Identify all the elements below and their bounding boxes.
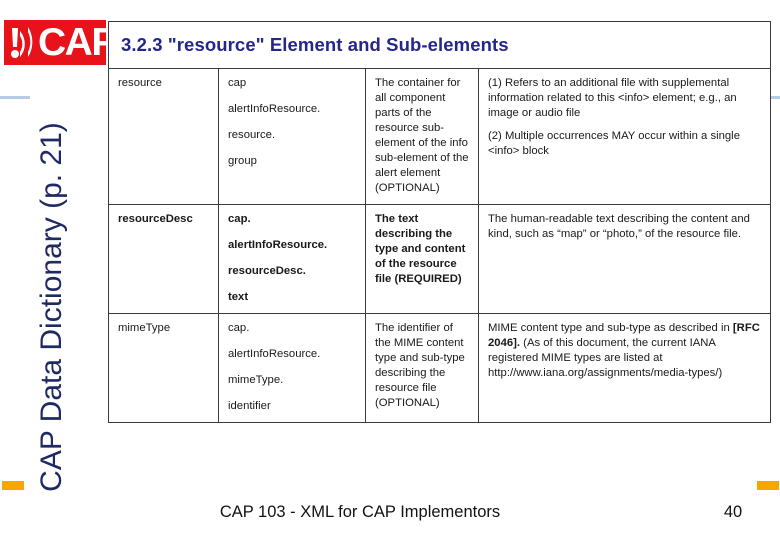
cap-logo-text: CAP [38, 21, 106, 64]
note-paragraph: (1) Refers to an additional file with su… [488, 76, 737, 119]
path-line: cap. [228, 212, 251, 225]
path-line: group [228, 154, 257, 167]
table-row: mimeType cap. alertInfoResource. mimeTyp… [108, 312, 772, 423]
note-text-after: (As of this document, the current IANA r… [488, 336, 723, 379]
note-paragraph: (2) Multiple occurrences MAY occur withi… [488, 129, 740, 157]
note-paragraph: The human-readable text describing the c… [488, 212, 750, 240]
path-line: cap [228, 76, 247, 89]
cell-description: The container for all component parts of… [365, 67, 479, 205]
footer-page-number: 40 [723, 503, 743, 521]
cap-logo: CAP [4, 20, 106, 65]
note-text-before: MIME content type and sub-type as descri… [488, 321, 733, 334]
cell-element-name: resource [108, 67, 219, 205]
path-line: text [228, 290, 249, 303]
section-heading: 3.2.3 "resource" Element and Sub-element… [121, 34, 509, 55]
cell-element-name: resourceDesc [108, 203, 219, 314]
table-header-row: 3.2.3 "resource" Element and Sub-element… [107, 21, 772, 69]
decorative-rule-left [0, 96, 30, 99]
side-title: CAP Data Dictionary (p. 21) [35, 122, 68, 492]
broadcast-alert-icon [11, 26, 33, 58]
table-row: resource cap alertInfoResource. resource… [108, 67, 772, 205]
path-line: alertInfoResource. [228, 102, 321, 115]
cell-element-name: mimeType [108, 312, 219, 423]
path-line: alertInfoResource. [228, 347, 321, 360]
cell-element-path: cap alertInfoResource. resource. group [218, 67, 366, 205]
path-line: alertInfoResource. [228, 238, 328, 251]
footer-title: CAP 103 - XML for CAP Implementors [219, 503, 501, 521]
cell-element-path: cap. alertInfoResource. resourceDesc. te… [218, 203, 366, 314]
resource-element-table: 3.2.3 "resource" Element and Sub-element… [107, 21, 772, 423]
element-name-text: resourceDesc [118, 212, 193, 225]
cell-element-path: cap. alertInfoResource. mimeType. identi… [218, 312, 366, 423]
cell-notes: MIME content type and sub-type as descri… [477, 312, 772, 423]
path-line: resourceDesc. [228, 264, 306, 277]
path-line: cap. [228, 321, 250, 334]
cell-notes: The human-readable text describing the c… [477, 203, 772, 314]
cell-description: The text describing the type and content… [365, 203, 479, 314]
decorative-marker-left [2, 481, 24, 490]
path-line: resource. [228, 128, 276, 141]
table-header-cell: 3.2.3 "resource" Element and Sub-element… [107, 21, 772, 69]
path-line: mimeType. [228, 373, 284, 386]
cell-notes: (1) Refers to an additional file with su… [477, 67, 772, 205]
note-paragraph: MIME content type and sub-type as descri… [488, 321, 762, 381]
cell-description: The identifier of the MIME content type … [365, 312, 479, 423]
element-name-text: mimeType [118, 321, 171, 334]
element-name-text: resource [118, 76, 162, 89]
table-row: resourceDesc cap. alertInfoResource. res… [108, 203, 772, 314]
path-line: identifier [228, 399, 271, 412]
decorative-marker-right [757, 481, 779, 490]
